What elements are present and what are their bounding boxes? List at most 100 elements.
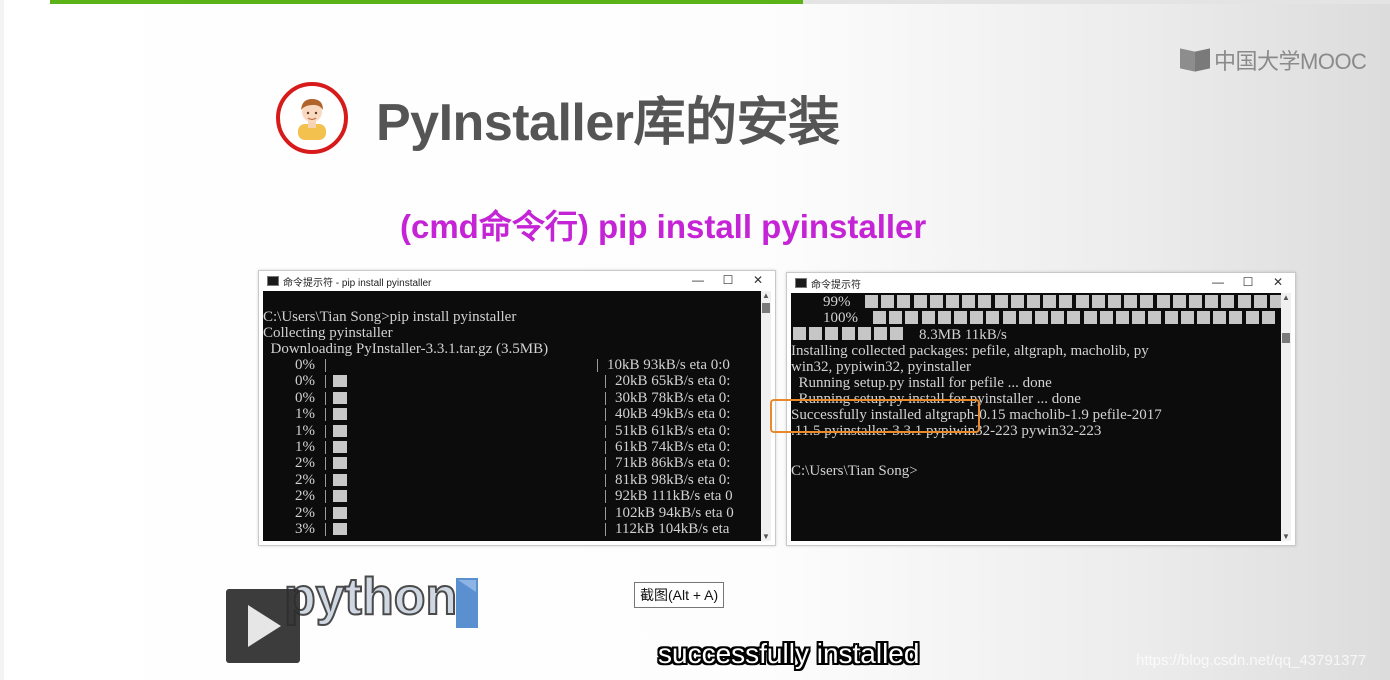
download-stats: 81kB 98kB/s eta 0: [615, 471, 731, 488]
download-stats: 40kB 49kB/s eta 0: [615, 406, 731, 423]
download-percent: 0% [295, 357, 315, 373]
screenshot-tooltip: 截图(Alt + A) [634, 582, 725, 608]
progress-bar-left-edge [325, 375, 326, 389]
progress-block [1237, 295, 1251, 308]
maximize-button[interactable]: ☐ [1233, 273, 1263, 293]
progress-bar-right-edge [605, 506, 606, 520]
progress-bar-left-edge [325, 473, 326, 487]
progress-block [1156, 295, 1170, 308]
scroll-thumb[interactable] [1282, 333, 1290, 343]
close-button[interactable]: ✕ [1263, 273, 1293, 293]
progress-bar-right-edge [605, 408, 606, 422]
progress-block [970, 311, 984, 324]
play-button[interactable] [226, 589, 300, 663]
progress-bar-right-edge [597, 359, 598, 372]
video-progress-bar[interactable] [50, 0, 1390, 4]
download-progress-bar [333, 408, 347, 421]
progress-block [1075, 295, 1089, 308]
download-percent: 0% [295, 389, 315, 406]
close-button[interactable]: ✕ [743, 271, 773, 291]
progress-bar-right-edge [605, 523, 606, 536]
progress-block [1197, 311, 1210, 324]
scroll-up-icon[interactable]: ▲ [762, 291, 770, 300]
progress-block [1091, 295, 1105, 308]
download-percent: 3% [295, 521, 315, 537]
progress-block [874, 327, 887, 340]
scroll-down-icon[interactable]: ▼ [1282, 532, 1290, 541]
slide-subtitle: (cmd命令行) pip install pyinstaller [400, 208, 927, 245]
progress-block [1189, 295, 1202, 308]
progress-block [1018, 311, 1032, 324]
progress-block [1108, 295, 1121, 308]
download-progress-bar [333, 490, 347, 503]
scroll-up-icon[interactable]: ▲ [1282, 293, 1290, 302]
cmd-left-titlebar: 命令提示符 - pip install pyinstaller — ☐ ✕ [259, 271, 775, 291]
download-progress-bar [333, 391, 347, 404]
download-percent: 2% [295, 455, 315, 472]
progress-block [890, 327, 904, 340]
progress-block [905, 311, 919, 324]
progress-block [1205, 295, 1219, 308]
progress-block [954, 311, 967, 324]
minimize-button[interactable]: — [683, 271, 713, 291]
scroll-down-icon[interactable]: ▼ [762, 532, 770, 541]
progress-block [929, 295, 943, 308]
cmd-right-title: 命令提示符 [811, 280, 861, 291]
progress-block [1010, 295, 1024, 308]
mooc-book-icon [1180, 47, 1210, 73]
progress-block [994, 295, 1008, 308]
download-stats: 102kB 94kB/s eta 0 [615, 504, 734, 521]
progress-block [825, 327, 839, 340]
progress-bar-right-edge [605, 473, 606, 487]
progress-block [1067, 311, 1081, 324]
progress-bar-right-edge [605, 490, 606, 504]
download-percent: 1% [295, 439, 315, 455]
minimize-button[interactable]: — [1203, 273, 1233, 293]
download-stats: 71kB 86kB/s eta 0: [615, 455, 731, 472]
download-stats: 20kB 65kB/s eta 0: [615, 373, 731, 390]
progress-bar-left-edge [325, 359, 326, 372]
progress-bar-left-edge [325, 506, 326, 520]
play-icon [248, 605, 281, 647]
progress-block [1059, 295, 1073, 308]
progress-bar-left-edge [325, 523, 326, 536]
progress-block [1261, 311, 1275, 324]
progress-block [1132, 311, 1146, 324]
progress-block [865, 295, 878, 308]
progress-block [793, 327, 806, 340]
maximize-button[interactable]: ☐ [713, 271, 743, 291]
console-line: Installing collected packages: pefile, a… [791, 343, 1149, 359]
progress-block [1140, 295, 1154, 308]
cmd-right-scrollbar[interactable]: ▲ ▼ [1281, 293, 1291, 541]
progress-block [1253, 295, 1267, 308]
progress-block [1027, 295, 1040, 308]
progress-block [857, 327, 871, 340]
progress-bar-left-edge [325, 391, 326, 405]
progress-block [986, 311, 1000, 324]
download-percent: 2% [295, 471, 315, 488]
mooc-logo-text: 中国大学MOOC [1214, 49, 1367, 74]
avatar [276, 82, 348, 154]
scroll-thumb[interactable] [762, 303, 770, 313]
progress-block [937, 311, 951, 324]
progress-bar-left-edge [325, 457, 326, 471]
download-stats: 61kB 74kB/s eta 0: [615, 439, 731, 455]
progress-bar-right-edge [605, 424, 606, 438]
progress-block [946, 295, 959, 308]
cmd-right-titlebar: 命令提示符 — ☐ ✕ [787, 273, 1295, 293]
download-progress-bar [333, 424, 347, 437]
progress-block [1116, 311, 1129, 324]
cmd-app-icon [795, 278, 807, 288]
progress-pct-100: 100% [823, 310, 858, 326]
mooc-logo: 中国大学MOOC [1180, 44, 1367, 76]
progress-bar-right-edge [605, 441, 606, 454]
cmd-app-icon [267, 276, 279, 286]
progress-block [1213, 311, 1227, 324]
progress-block [962, 295, 976, 308]
console-line: Downloading PyInstaller-3.3.1.tar.gz (3.… [263, 341, 549, 357]
success-highlight-box [770, 399, 980, 433]
console-line: C:\Users\Tian Song>pip install pyinstall… [263, 309, 517, 325]
console-prompt[interactable]: C:\Users\Tian Song> [791, 463, 918, 479]
progress-block [1002, 311, 1016, 324]
download-progress-bar [333, 473, 347, 486]
